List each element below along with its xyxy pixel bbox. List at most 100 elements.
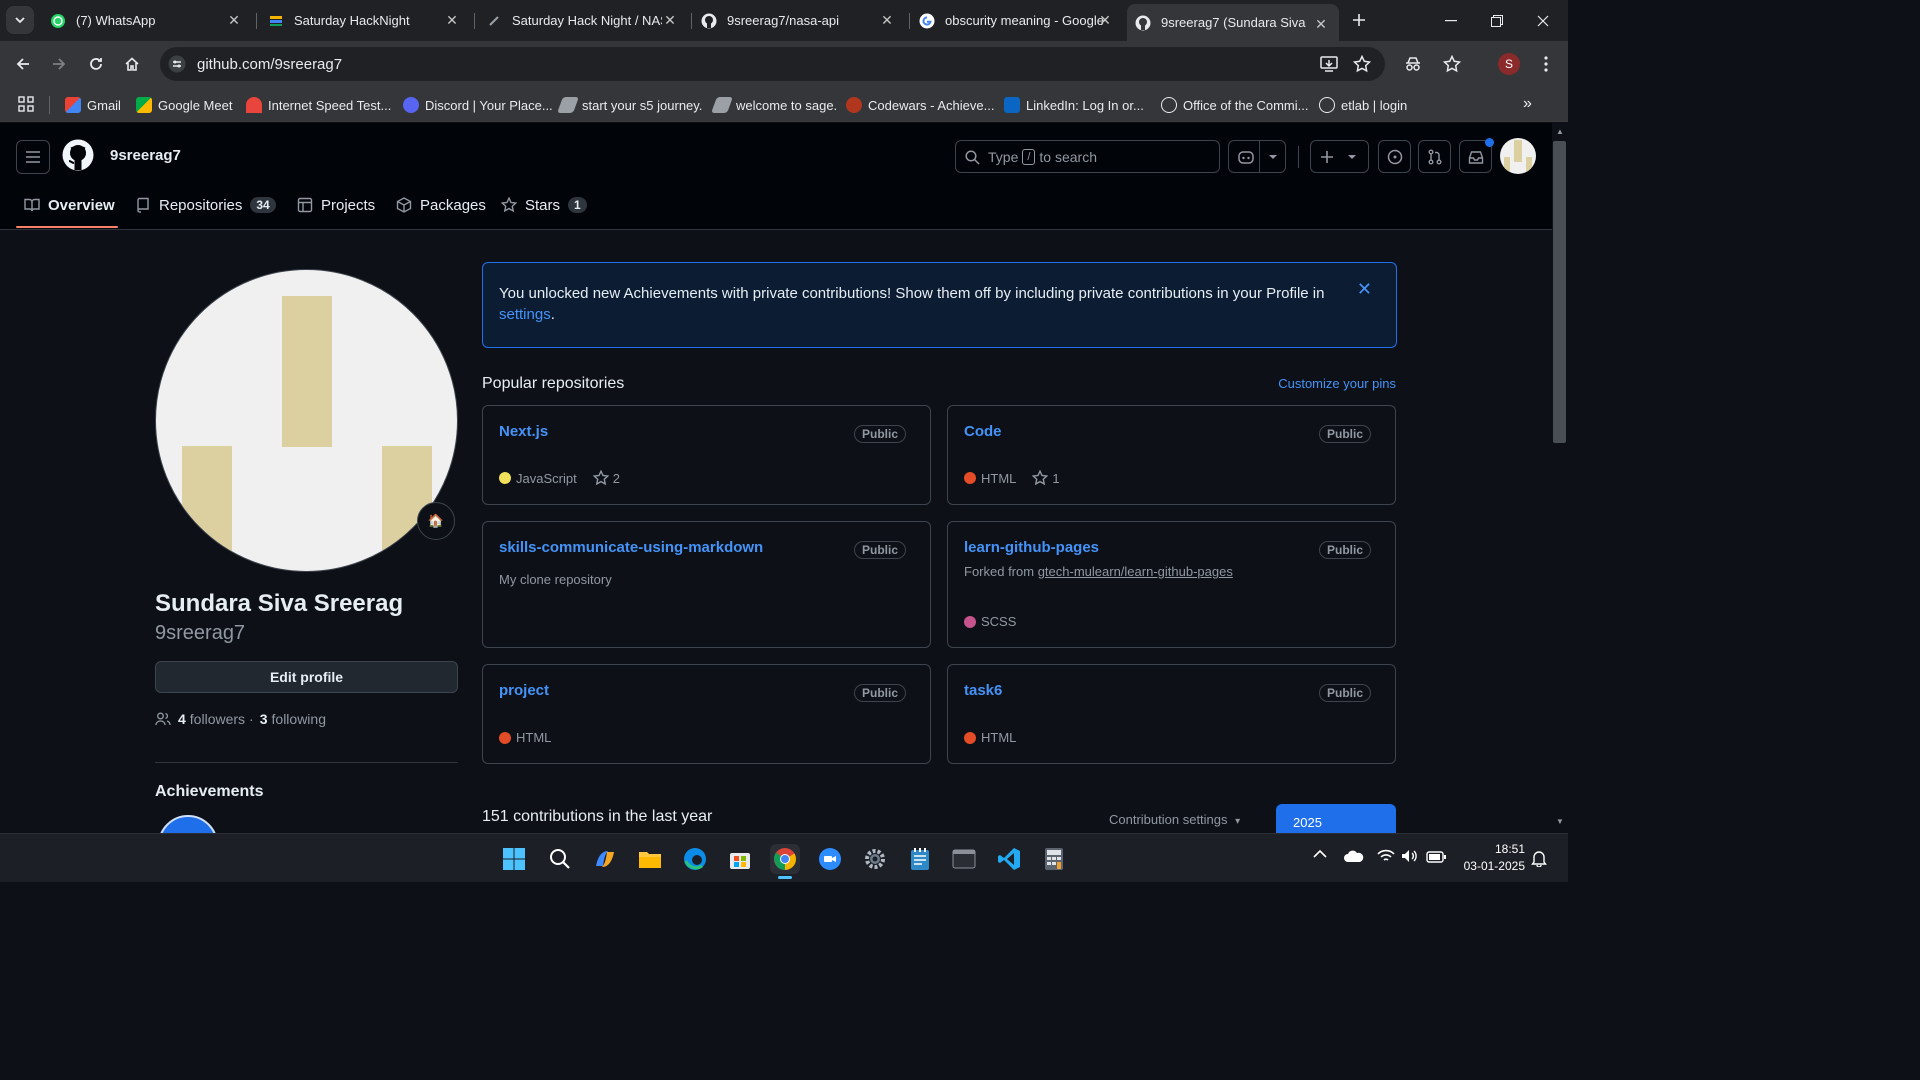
tab-whatsapp[interactable]: (7) WhatsApp ✕ [40,0,252,41]
tab-hacknight[interactable]: Saturday HackNight ✕ [258,0,470,41]
taskbar-chrome[interactable] [770,844,800,879]
repo-name-link[interactable]: Code [964,423,1002,440]
close-icon[interactable]: ✕ [1313,16,1329,32]
extensions-button[interactable] [1398,49,1428,79]
year-2025-button[interactable]: 2025 [1276,804,1396,833]
bookmark-codewars[interactable]: Codewars - Achieve... [846,95,994,115]
bookmark-linkedin[interactable]: LinkedIn: Log In or... [1004,95,1144,115]
inbox-button[interactable] [1459,138,1494,173]
tab-github-profile[interactable]: 9sreerag7 (Sundara Siva Sreerag) ✕ [1127,4,1339,41]
pull-requests-button[interactable] [1418,140,1451,173]
taskbar-settings[interactable] [860,844,890,874]
user-avatar-button[interactable] [1500,138,1536,174]
followers-count[interactable]: 4 [178,711,186,727]
forward-button[interactable] [44,49,74,79]
close-window-button[interactable] [1520,0,1566,41]
taskbar-search[interactable] [545,844,575,874]
tab-projects[interactable]: Projects [297,185,375,225]
onedrive-icon[interactable] [1344,850,1364,862]
achievement-badge[interactable] [158,815,218,833]
contribution-settings-dropdown[interactable]: Contribution settings ▾ [1109,812,1240,827]
taskbar-calculator[interactable] [1039,844,1069,874]
scrollbar-thumb[interactable] [1553,141,1566,443]
scroll-up-icon[interactable]: ▲ [1556,127,1564,136]
bookmark-star-icon[interactable] [1353,55,1371,73]
menu-button[interactable] [1531,49,1561,79]
repo-name-link[interactable]: project [499,682,549,699]
new-tab-button[interactable] [1344,5,1374,35]
more-bookmarks-icon[interactable]: » [1523,95,1532,113]
close-icon[interactable]: ✕ [879,12,895,28]
taskbar-copilot[interactable] [590,844,620,874]
restore-button[interactable] [1474,0,1520,41]
taskbar-notepad[interactable] [905,844,935,874]
repo-name-link[interactable]: Next.js [499,423,548,440]
repo-name-link[interactable]: task6 [964,682,1002,699]
taskbar-edge[interactable] [680,844,710,874]
chevron-up-icon[interactable] [1312,849,1328,859]
tab-packages[interactable]: Packages [396,185,486,225]
reload-button[interactable] [81,49,111,79]
close-icon[interactable]: ✕ [1357,279,1372,300]
install-app-icon[interactable] [1320,55,1338,73]
taskbar-zoom[interactable] [815,844,845,874]
site-info-icon[interactable] [168,55,186,73]
taskbar-store[interactable] [725,844,755,874]
tab-repositories[interactable]: Repositories 34 [135,185,276,225]
wifi-icon[interactable] [1377,849,1395,863]
tab-overview[interactable]: Overview [24,185,115,225]
customize-pins-link[interactable]: Customize your pins [1278,376,1396,391]
hamburger-menu-button[interactable] [16,140,50,174]
close-icon[interactable]: ✕ [444,12,460,28]
forked-from-link[interactable]: gtech-mulearn/learn-github-pages [1038,564,1233,579]
bookmark-google-meet[interactable]: Google Meet [136,95,232,115]
tab-stars[interactable]: Stars 1 [501,185,587,225]
back-button[interactable] [8,49,38,79]
status-emoji-button[interactable]: 🏠 [417,502,455,540]
apps-icon[interactable] [18,96,34,112]
followers-link[interactable]: followers [190,711,245,727]
tab-google-search[interactable]: obscurity meaning - Google ✕ [911,0,1123,41]
system-clock[interactable]: 18:51 03-01-2025 [1464,841,1525,875]
bookmark-speed-test[interactable]: Internet Speed Test... [246,95,391,115]
edit-profile-button[interactable]: Edit profile [155,661,458,693]
home-button[interactable] [117,49,147,79]
close-icon[interactable]: ✕ [226,12,242,28]
close-icon[interactable]: ✕ [1097,12,1113,28]
tab-hacknight-nasa[interactable]: Saturday Hack Night / NASA ✕ [476,0,688,41]
search-input[interactable]: Type / to search [955,140,1220,173]
following-count[interactable]: 3 [260,711,268,727]
issues-button[interactable] [1378,140,1411,173]
taskbar-vscode[interactable] [994,844,1024,874]
copilot-button[interactable] [1228,140,1286,173]
bookmarks-button[interactable] [1437,49,1467,79]
repo-name-link[interactable]: skills-communicate-using-markdown [499,539,763,556]
repo-name-link[interactable]: learn-github-pages [964,539,1099,556]
bell-icon[interactable] [1531,849,1547,867]
volume-icon[interactable] [1401,849,1419,863]
bookmark-gmail[interactable]: Gmail [65,95,121,115]
tab-nasa-api[interactable]: 9sreerag7/nasa-api ✕ [693,0,905,41]
minimize-button[interactable] [1428,0,1474,41]
bookmark-etlab[interactable]: etlab | login [1319,95,1407,115]
settings-link[interactable]: settings [499,306,551,323]
profile-button[interactable]: S [1494,49,1524,79]
repo-stars-link[interactable]: 2 [592,470,620,486]
close-icon[interactable]: ✕ [662,12,678,28]
address-bar[interactable]: github.com/9sreerag7 [160,47,1385,81]
following-link[interactable]: following [272,711,326,727]
start-button[interactable] [499,844,529,874]
taskbar-file-explorer[interactable] [635,844,665,874]
repo-stars-link[interactable]: 1 [1032,470,1060,486]
tab-search-button[interactable] [6,6,34,34]
bookmark-sage[interactable]: welcome to sage. [711,95,837,115]
battery-icon[interactable] [1426,851,1446,863]
bookmark-office[interactable]: Office of the Commi... [1161,95,1308,115]
header-username[interactable]: 9sreerag7 [110,147,181,164]
github-logo-icon[interactable] [62,139,94,171]
bookmark-discord[interactable]: Discord | Your Place... [403,95,553,115]
scroll-down-icon[interactable]: ▼ [1556,817,1564,826]
taskbar-terminal[interactable] [949,844,979,874]
profile-avatar[interactable] [155,269,458,572]
bookmark-s5-journey[interactable]: start your s5 journey. [557,95,702,115]
